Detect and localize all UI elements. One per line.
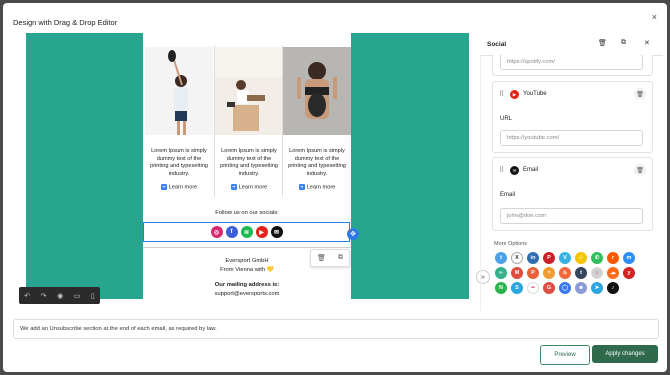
redo-icon[interactable]: ↷ <box>41 292 47 300</box>
flickr-icon[interactable]: •• <box>527 282 539 294</box>
trash-icon[interactable]: 🗑 <box>634 164 646 176</box>
google-plus-icon[interactable]: G <box>543 282 555 294</box>
youtube-card: ⠿ ▶ YouTube 🗑 URL https://youtube.com/ <box>492 81 653 153</box>
drag-handle-icon[interactable]: ⠿ <box>499 166 504 174</box>
email-card: ⠿ ✉ Email 🗑 Email john@doe.com <box>492 157 653 231</box>
duplicate-icon[interactable]: ⧉ <box>621 39 626 47</box>
youtube-icon: ▶ <box>510 90 519 99</box>
facebook-icon[interactable]: f <box>225 226 238 238</box>
reddit-icon[interactable]: r <box>607 252 619 264</box>
discord-icon[interactable]: ☻ <box>575 282 587 294</box>
eye-icon[interactable]: ◉ <box>57 292 63 300</box>
product-image-3 <box>283 47 351 135</box>
youtube-icon[interactable]: ▶ <box>255 226 268 238</box>
learn-more-link[interactable]: ➜ Learn more <box>215 184 283 191</box>
unsubscribe-notice: We add an Unsubscribe section at the end… <box>13 319 659 339</box>
from-text: From Vienna with 💛 <box>220 267 274 273</box>
vimeo-icon[interactable]: V <box>559 252 571 264</box>
snapchat-icon[interactable]: ☺ <box>575 252 587 264</box>
close-icon[interactable]: × <box>652 12 657 22</box>
medium-icon[interactable]: M <box>511 267 523 279</box>
editor-modal: Design with Drag & Drop Editor × Lorem I… <box>3 3 667 372</box>
mailing-label: Our mailing address is: <box>214 282 280 288</box>
duplicate-icon[interactable]: ⧉ <box>338 254 343 262</box>
move-icon[interactable]: ✥ <box>347 228 359 240</box>
arrow-right-icon: ➜ <box>230 184 237 191</box>
modal-title: Design with Drag & Drop Editor <box>13 18 118 27</box>
pinterest-icon[interactable]: P <box>543 252 555 264</box>
arrow-right-icon: ➜ <box>298 184 305 191</box>
skype-icon[interactable]: S <box>511 282 523 294</box>
instagram-icon[interactable]: ◎ <box>210 226 223 238</box>
spotify-icon[interactable]: ≋ <box>240 226 253 238</box>
panel-title: Social <box>487 41 507 48</box>
more-options-icons: t Xin P V ☺ ✆ r m ∞ M P ≈ ♨ t ♪ ☁ y N S •• G ◯ ☻ ➤ ♪ <box>495 252 650 294</box>
learn-more-link[interactable]: ➜ Learn more <box>145 184 213 191</box>
producthunt-icon[interactable]: P <box>527 267 539 279</box>
yelp-icon[interactable]: y <box>623 267 635 279</box>
spotify-url-input[interactable]: https://spotify.com/ <box>500 55 643 70</box>
meetup-icon[interactable]: N <box>495 282 507 294</box>
youtube-label: YouTube <box>523 91 547 97</box>
soundcloud-icon[interactable]: ☁ <box>607 267 619 279</box>
twitter-icon[interactable]: t <box>495 252 507 264</box>
tumblr-icon[interactable]: t <box>575 267 587 279</box>
trash-icon[interactable]: 🗑 <box>317 254 326 262</box>
divider <box>143 247 351 248</box>
close-icon[interactable]: ✕ <box>644 39 650 47</box>
preview-button[interactable]: Preview <box>540 345 590 365</box>
follow-us-text: Follow us on our socials: <box>215 210 279 216</box>
email-field-label: Email <box>500 192 516 198</box>
product-description: Lorem Ipsum is simply dummy text of the … <box>220 148 278 177</box>
block-actions: 🗑 ⧉ <box>310 249 350 267</box>
trash-icon[interactable]: 🗑 <box>598 39 607 47</box>
arrow-right-icon: ➜ <box>160 184 167 191</box>
telegram-icon[interactable]: ➤ <box>591 282 603 294</box>
product-image-2 <box>215 47 283 135</box>
email-icon[interactable]: ✉ <box>270 226 283 238</box>
product-description: Lorem Ipsum is simply dummy text of the … <box>288 148 346 177</box>
spotify-card: https://spotify.com/ <box>492 55 653 76</box>
messenger-icon[interactable]: m <box>623 252 635 264</box>
whatsapp-icon[interactable]: ✆ <box>591 252 603 264</box>
product-description: Lorem Ipsum is simply dummy text of the … <box>150 148 208 177</box>
youtube-url-input[interactable]: https://youtube.com/ <box>500 130 643 146</box>
learn-more-link[interactable]: ➜ Learn more <box>283 184 351 191</box>
x-icon[interactable]: X <box>511 252 523 264</box>
email-input[interactable]: john@doe.com <box>500 208 643 224</box>
product-card-3[interactable]: Lorem Ipsum is simply dummy text of the … <box>283 47 351 191</box>
email-label: Email <box>523 167 539 173</box>
product-card-1[interactable]: Lorem Ipsum is simply dummy text of the … <box>145 47 213 191</box>
tripadvisor-icon[interactable]: ∞ <box>495 267 507 279</box>
social-settings-panel: https://spotify.com/ ⠿ ▶ YouTube 🗑 URL h… <box>480 55 664 311</box>
social-icons-block[interactable]: ◎ f ≋ ▶ ✉ <box>143 222 350 242</box>
panel-header: Social 🗑 ⧉ ✕ <box>480 33 663 56</box>
more-options-label: More Options <box>494 241 528 247</box>
editor-toolbar: ↶ ↷ ◉ ▭ ▯ <box>19 287 100 304</box>
tinder-icon[interactable]: ♨ <box>559 267 571 279</box>
music-icon[interactable]: ♪ <box>591 267 603 279</box>
mobile-icon[interactable]: ▯ <box>91 292 95 300</box>
url-label: URL <box>500 116 513 122</box>
undo-icon[interactable]: ↶ <box>24 292 30 300</box>
tiktok-icon[interactable]: ♪ <box>607 282 619 294</box>
trash-icon[interactable]: 🗑 <box>634 88 646 100</box>
product-card-2[interactable]: Lorem Ipsum is simply dummy text of the … <box>215 47 283 191</box>
drag-handle-icon[interactable]: ⠿ <box>499 90 504 98</box>
desktop-icon[interactable]: ▭ <box>74 292 81 300</box>
email-icon: ✉ <box>510 166 519 175</box>
signal-icon[interactable]: ◯ <box>559 282 571 294</box>
rss-icon[interactable]: ≈ <box>543 267 555 279</box>
apply-changes-button[interactable]: Apply changes <box>592 345 658 363</box>
linkedin-icon[interactable]: in <box>527 252 539 264</box>
mailing-email: support@eversports.com <box>214 291 280 297</box>
product-image-1 <box>145 47 213 135</box>
